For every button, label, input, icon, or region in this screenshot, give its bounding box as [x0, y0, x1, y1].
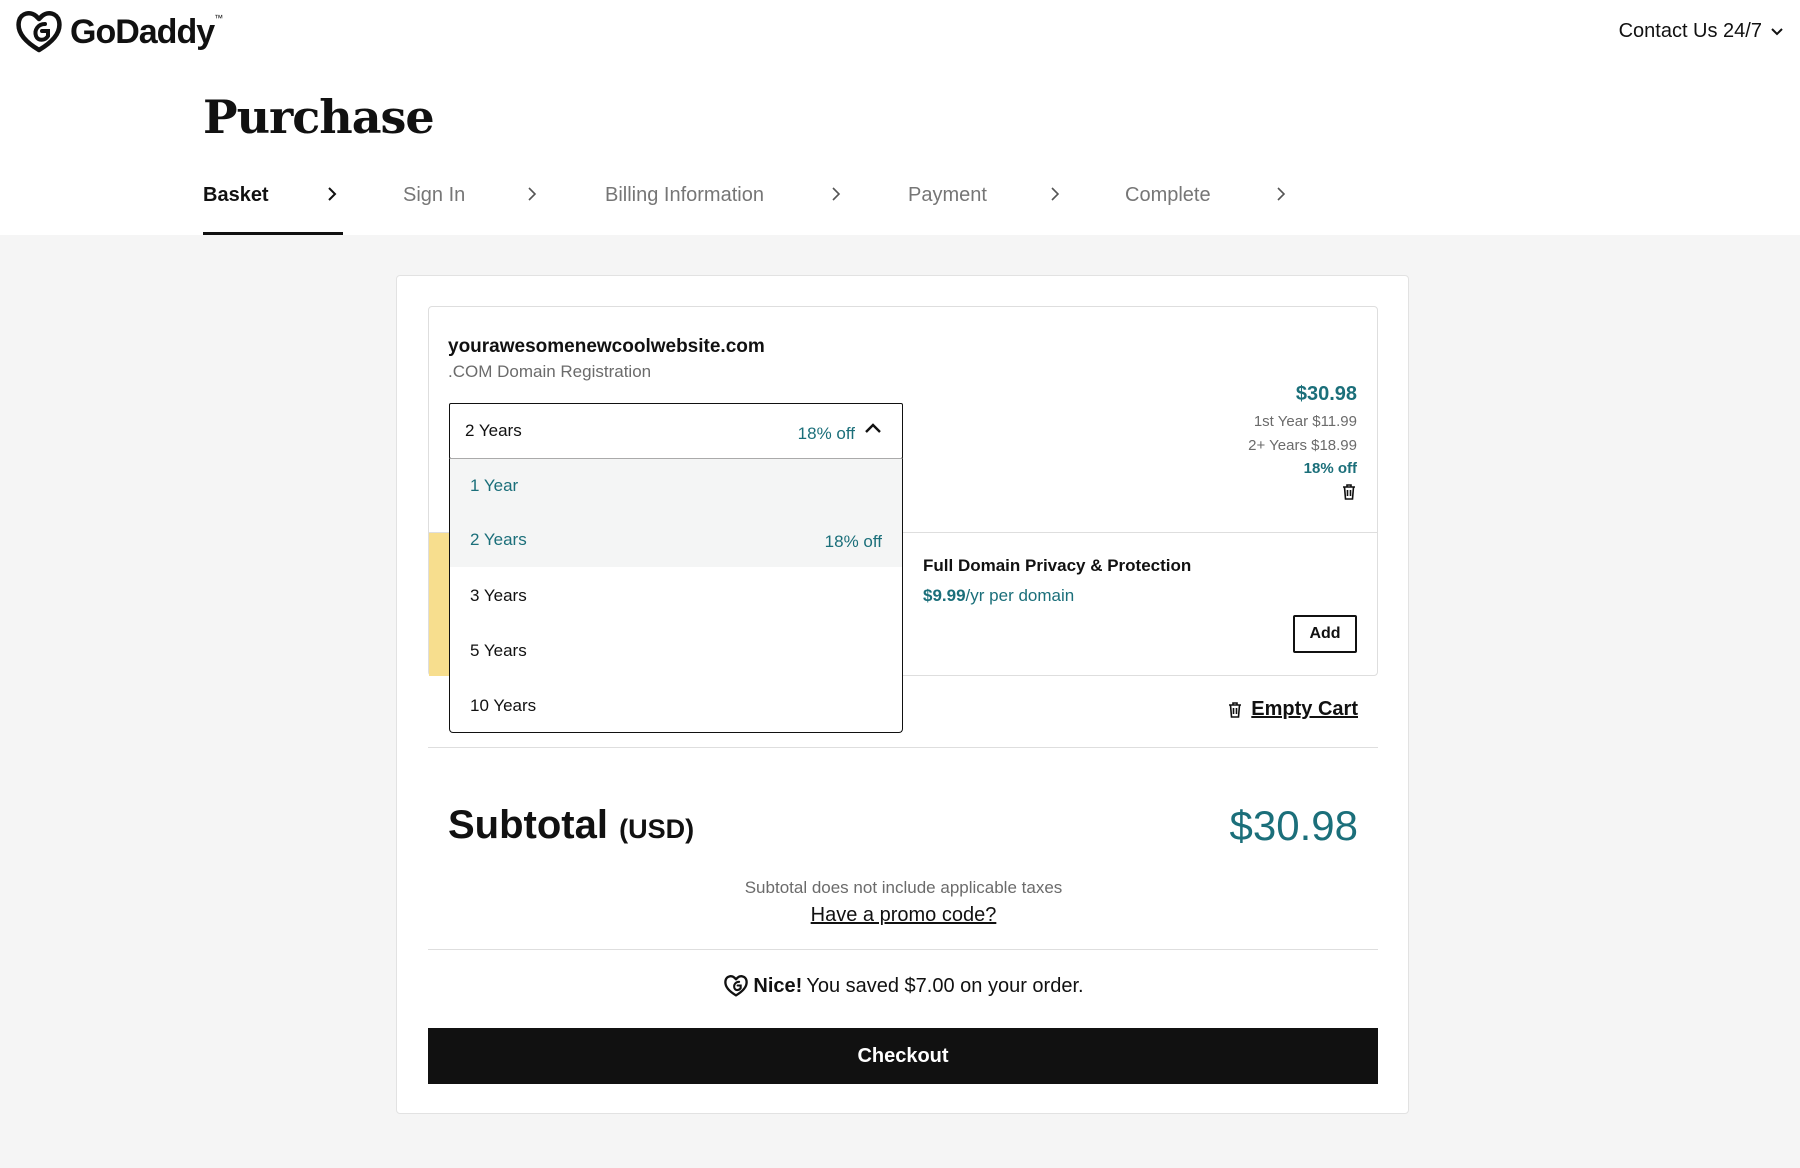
promo-code-link: Have a promo code? — [810, 904, 997, 926]
term-option-3-years[interactable]: 3 Years — [450, 569, 902, 623]
godaddy-heart-icon — [16, 11, 62, 53]
step-billing-information[interactable]: Billing Information — [605, 184, 764, 207]
checkout-button[interactable]: Checkout — [428, 1028, 1378, 1084]
term-selected-value: 2 Years — [465, 421, 522, 440]
product-type: .COM Domain Registration — [448, 362, 652, 381]
tax-note: Subtotal does not include applicable tax… — [744, 878, 1063, 897]
trash-icon — [1229, 701, 1242, 718]
empty-cart-label: Empty Cart — [1251, 698, 1358, 720]
chevron-right-icon — [1277, 187, 1286, 201]
first-year-price: 1st Year $11.99 — [1253, 413, 1357, 430]
savings-message: Nice! You saved $7.00 on your order. — [397, 974, 1410, 998]
chevron-right-icon — [528, 187, 537, 201]
top-header: GoDaddy™ Contact Us 24/7 Purchase Basket… — [0, 0, 1800, 235]
term-option-10-years[interactable]: 10 Years — [450, 679, 902, 732]
contact-us-label: Contact Us 24/7 — [1618, 20, 1762, 42]
addon-price: $9.99/yr per domain — [923, 586, 1075, 605]
chevron-right-icon — [832, 187, 841, 201]
subtotal-label: Subtotal (USD) — [448, 803, 695, 847]
chevron-right-icon — [328, 187, 337, 201]
page-title: Purchase — [203, 90, 435, 144]
item-discount: 18% off — [1303, 460, 1357, 477]
contact-us-menu[interactable]: Contact Us 24/7 — [1619, 20, 1784, 43]
checkout-steps: Basket Sign In Billing Information Payme… — [203, 176, 1303, 235]
option-discount: 18% off — [824, 532, 882, 551]
active-step-indicator — [203, 232, 343, 235]
currency-label: (USD) — [619, 814, 695, 844]
godaddy-logo[interactable]: GoDaddy™ — [14, 10, 223, 54]
add-addon-button[interactable]: Add — [1293, 615, 1357, 653]
addon-highlight-bar — [429, 533, 451, 676]
item-price-block: $30.98 1st Year $11.99 2+ Years $18.99 1… — [1248, 383, 1357, 506]
subtotal-value: $30.98 — [1229, 802, 1358, 849]
divider — [428, 949, 1378, 950]
savings-text: You saved $7.00 on your order. — [806, 974, 1084, 997]
step-payment[interactable]: Payment — [908, 184, 987, 207]
godaddy-heart-icon — [724, 975, 749, 997]
chevron-down-icon — [1771, 27, 1783, 35]
addon-title: Full Domain Privacy & Protection — [923, 556, 1192, 575]
term-option-1-year[interactable]: 1 Year — [450, 459, 902, 513]
chevron-right-icon — [1051, 187, 1060, 201]
term-option-2-years[interactable]: 2 Years 18% off — [450, 513, 902, 567]
term-selected-discount: 18% off — [797, 424, 855, 443]
term-select[interactable]: 2 Years 18% off — [449, 403, 903, 459]
savings-bold: Nice! — [753, 974, 803, 997]
term-options-list: 1 Year 2 Years 18% off 3 Years 5 Years 1… — [449, 458, 903, 733]
remove-item-trash-icon[interactable] — [1341, 483, 1357, 506]
later-years-price: 2+ Years $18.99 — [1248, 437, 1357, 454]
step-basket[interactable]: Basket — [203, 184, 269, 207]
step-sign-in[interactable]: Sign In — [403, 184, 465, 207]
brand-name: GoDaddy™ — [70, 12, 224, 51]
item-price: $30.98 — [1295, 383, 1357, 405]
domain-name: yourawesomenewcoolwebsite.com — [448, 336, 765, 357]
chevron-up-icon — [865, 423, 881, 433]
term-option-5-years[interactable]: 5 Years — [450, 624, 902, 678]
step-complete[interactable]: Complete — [1125, 184, 1211, 207]
empty-cart-link[interactable]: Empty Cart — [1227, 698, 1358, 721]
